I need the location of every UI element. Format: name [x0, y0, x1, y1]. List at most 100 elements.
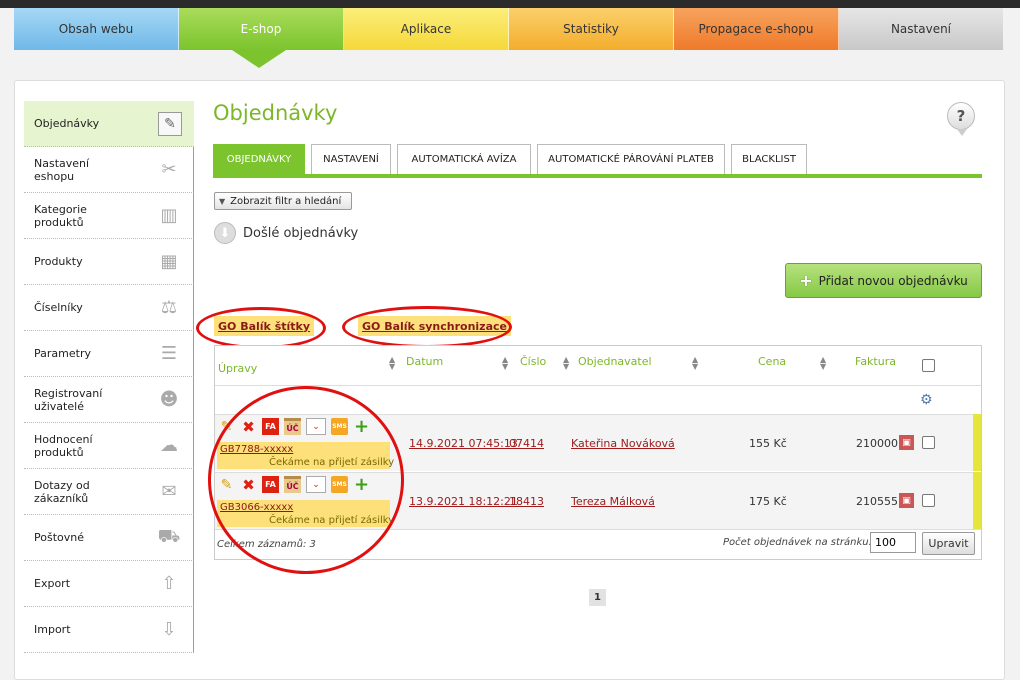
chevron-down-icon: ▼: [219, 196, 226, 206]
add-icon[interactable]: +: [353, 416, 370, 437]
chat-icon: ✉: [161, 481, 177, 502]
sort-icon[interactable]: ▲ ▼: [692, 356, 698, 371]
nav-tab-propagace[interactable]: Propagace e-shopu: [674, 8, 839, 50]
sidebar-item-ciselniky[interactable]: Číselníky ⚖: [24, 285, 194, 331]
sidebar-item-nastaveni-eshopu[interactable]: Nastavení eshopu ✂: [24, 147, 194, 193]
top-navigation: Obsah webu E-shop Aplikace Statistiky Pr…: [14, 8, 1003, 50]
column-header-datum[interactable]: Datum: [406, 355, 443, 368]
row-checkbox[interactable]: [922, 494, 935, 507]
incoming-orders-label: Došlé objednávky: [243, 225, 359, 241]
sms-icon[interactable]: SMS: [331, 418, 348, 435]
total-records: Celkem záznamů: 3: [217, 539, 316, 550]
sidebar-item-export[interactable]: Export ⇧: [24, 561, 194, 607]
invoice-fa-icon[interactable]: FA: [262, 418, 279, 435]
weights-icon: ⚖: [160, 297, 178, 318]
order-number-link[interactable]: 07414: [509, 437, 544, 450]
sort-icon[interactable]: ▲ ▼: [820, 356, 826, 371]
page-title: Objednávky: [213, 101, 338, 125]
sidebar-item-label: Parametry: [34, 347, 91, 360]
users-icon: ☻: [159, 389, 179, 410]
clipboard-icon: ✎: [158, 111, 182, 136]
tracking-link[interactable]: GB7788-xxxxx: [220, 444, 293, 455]
order-price: 155 Kč: [749, 437, 787, 450]
pagination-page[interactable]: 1: [589, 589, 606, 606]
tab-objednavky[interactable]: OBJEDNÁVKY: [213, 144, 305, 174]
status-select[interactable]: ⌄: [306, 418, 326, 435]
column-header-cena[interactable]: Cena: [758, 355, 786, 368]
status-select[interactable]: ⌄: [306, 476, 326, 493]
sidebar-item-label: Kategorie produktů: [34, 202, 87, 229]
row-highlight: [973, 472, 981, 529]
sort-icon[interactable]: ▲ ▼: [563, 356, 569, 371]
sort-icon[interactable]: ▲ ▼: [502, 356, 508, 371]
row-highlight: [973, 414, 981, 471]
incoming-orders-toggle[interactable]: ⬇ Došlé objednávky: [214, 222, 358, 244]
pencil-icon[interactable]: ✎: [218, 418, 235, 435]
tab-automaticka-aviza[interactable]: AUTOMATICKÁ AVÍZA: [397, 144, 531, 174]
delete-icon[interactable]: ✖: [240, 418, 257, 436]
tabs-underline: [213, 174, 982, 178]
tab-parovani-plateb[interactable]: AUTOMATICKÉ PÁROVÁNÍ PLATEB: [537, 144, 725, 174]
accounting-uc-icon[interactable]: ÚČ: [284, 418, 301, 435]
tab-blacklist[interactable]: BLACKLIST: [731, 144, 807, 174]
help-button[interactable]: ?: [947, 102, 975, 136]
shipment-status: Čekáme na přijetí zásilky: [269, 457, 395, 468]
order-date-link[interactable]: 13.9.2021 18:12:21: [409, 495, 518, 508]
map-icon: ▥: [160, 205, 178, 226]
plus-icon: +: [799, 271, 813, 290]
go-balik-labels-link[interactable]: GO Balík štítky: [214, 316, 315, 336]
sidebar-item-objednavky[interactable]: Objednávky ✎: [24, 101, 194, 147]
add-order-button[interactable]: + Přidat novou objednávku: [785, 263, 982, 298]
shipment-status: Čekáme na přijetí zásilky: [269, 515, 395, 526]
sidebar-item-label: Import: [34, 623, 71, 636]
column-header-cislo[interactable]: Číslo: [520, 355, 546, 368]
tab-nastaveni[interactable]: NASTAVENÍ: [311, 144, 391, 174]
select-all-checkbox[interactable]: [922, 359, 935, 372]
row-checkbox[interactable]: [922, 436, 935, 449]
rating-icon: ☁: [160, 435, 178, 456]
delete-icon[interactable]: ✖: [240, 476, 257, 494]
active-tab-pointer: [232, 50, 286, 68]
nav-tab-aplikace[interactable]: Aplikace: [344, 8, 509, 50]
customer-link[interactable]: Tereza Málková: [571, 495, 655, 508]
sidebar-item-registrovani-uzivatele[interactable]: Registrovaní uživatelé ☻: [24, 377, 194, 423]
sidebar-item-produkty[interactable]: Produkty ▦: [24, 239, 194, 285]
sidebar-item-parametry[interactable]: Parametry ☰: [24, 331, 194, 377]
sms-icon[interactable]: SMS: [331, 476, 348, 493]
customer-link[interactable]: Kateřina Nováková: [571, 437, 675, 450]
header-divider: [215, 385, 981, 386]
gear-icon[interactable]: ⚙: [920, 392, 933, 408]
column-header-faktura[interactable]: Faktura: [855, 355, 896, 368]
invoice-fa-icon[interactable]: FA: [262, 476, 279, 493]
sidebar-item-hodnoceni-produktu[interactable]: Hodnocení produktů ☁: [24, 423, 194, 469]
apply-per-page-button[interactable]: Upravit: [922, 532, 975, 555]
sidebar-item-label: Číselníky: [34, 301, 83, 314]
accounting-uc-icon[interactable]: ÚČ: [284, 476, 301, 493]
sidebar-item-import[interactable]: Import ⇩: [24, 607, 194, 653]
add-icon[interactable]: +: [353, 474, 370, 495]
column-header-upravy: Úpravy: [218, 362, 258, 375]
column-header-objednavatel[interactable]: Objednavatel: [578, 355, 652, 368]
sidebar-item-label: Nastavení eshopu: [34, 156, 90, 183]
sliders-icon: ☰: [160, 343, 178, 364]
pencil-icon[interactable]: ✎: [218, 476, 235, 493]
sidebar-item-kategorie-produktu[interactable]: Kategorie produktů ▥: [24, 193, 194, 239]
sidebar-item-label: Poštovné: [34, 531, 84, 544]
nav-tab-e-shop[interactable]: E-shop: [179, 8, 344, 50]
per-page-input[interactable]: [870, 532, 916, 553]
invoice-box-icon[interactable]: ▣: [899, 435, 914, 450]
nav-tab-nastaveni[interactable]: Nastavení: [839, 8, 1003, 50]
sidebar-item-label: Registrovaní uživatelé: [34, 386, 103, 413]
order-number-link[interactable]: 18413: [509, 495, 544, 508]
sidebar-item-dotazy[interactable]: Dotazy od zákazníků ✉: [24, 469, 194, 515]
nav-tab-statistiky[interactable]: Statistiky: [509, 8, 674, 50]
order-date-link[interactable]: 14.9.2021 07:45:13: [409, 437, 518, 450]
nav-tab-obsah-webu[interactable]: Obsah webu: [14, 8, 179, 50]
sidebar-item-postovne[interactable]: Poštovné ⛟: [24, 515, 194, 561]
tracking-link[interactable]: GB3066-xxxxx: [220, 502, 293, 513]
go-balik-sync-link[interactable]: GO Balík synchronizace: [358, 316, 511, 336]
invoice-box-icon[interactable]: ▣: [899, 493, 914, 508]
sort-icon[interactable]: ▲ ▼: [389, 356, 395, 371]
show-filter-button[interactable]: ▼ Zobrazit filtr a hledání: [214, 192, 352, 210]
sidebar-item-label: Produkty: [34, 255, 83, 268]
